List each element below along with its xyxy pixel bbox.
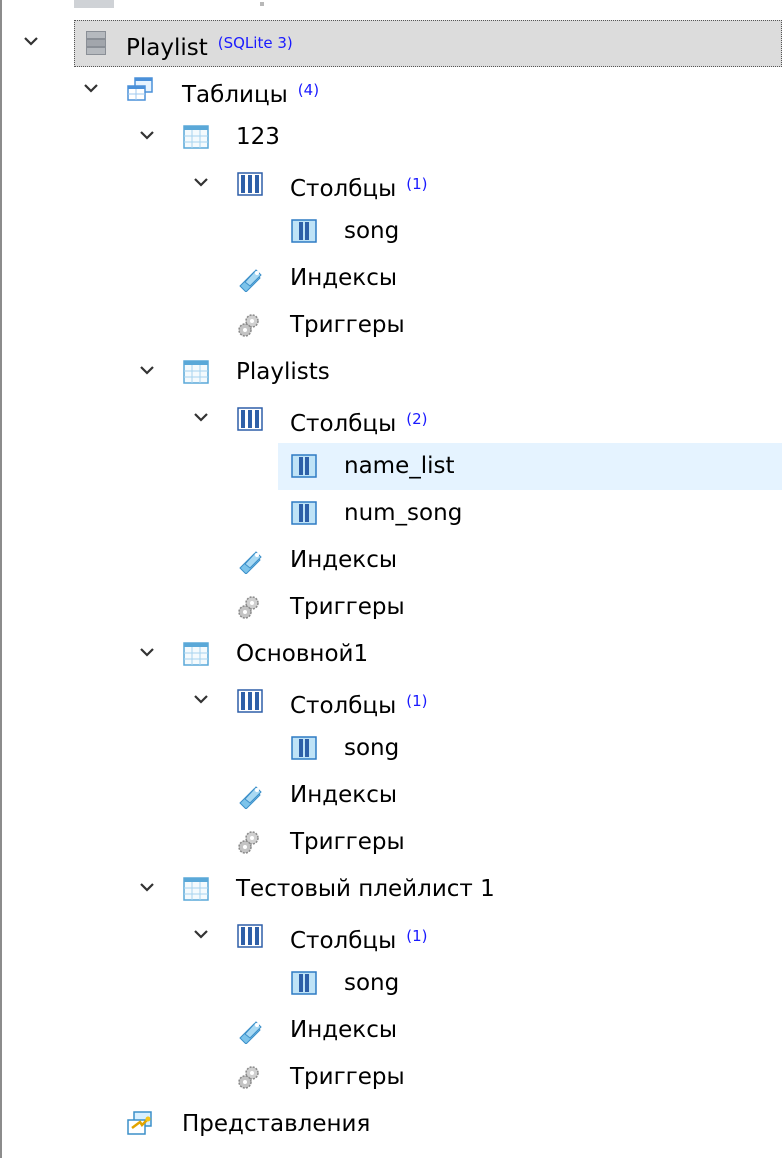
chevron-down-icon[interactable] bbox=[138, 643, 156, 661]
tree-node-table[interactable]: Playlists bbox=[0, 349, 782, 396]
column-name: song bbox=[344, 218, 400, 244]
tree-node-indexes[interactable]: Индексы bbox=[0, 255, 782, 302]
table-name: 123 bbox=[236, 124, 280, 150]
tree-node-columns[interactable]: Столбцы (2) bbox=[0, 396, 782, 443]
chevron-down-icon[interactable] bbox=[192, 925, 210, 943]
columns-icon bbox=[236, 922, 264, 950]
column-name: num_song bbox=[344, 500, 463, 526]
tree-node-columns[interactable]: Столбцы (1) bbox=[0, 161, 782, 208]
chevron-down-icon[interactable] bbox=[82, 79, 100, 97]
triggers-icon bbox=[236, 593, 264, 621]
tables-group-icon bbox=[126, 76, 154, 104]
table-icon bbox=[182, 123, 210, 151]
tree-node-table[interactable]: 123 bbox=[0, 114, 782, 161]
database-icon bbox=[82, 29, 110, 57]
indexes-icon bbox=[236, 546, 264, 574]
column-icon bbox=[290, 734, 318, 762]
tree-node-views-group[interactable]: Представления bbox=[0, 1101, 782, 1148]
chevron-down-icon[interactable] bbox=[22, 32, 40, 50]
tree-node-triggers[interactable]: Триггеры bbox=[0, 302, 782, 349]
triggers-label: Триггеры bbox=[290, 594, 405, 620]
chevron-down-icon[interactable] bbox=[138, 361, 156, 379]
chevron-down-icon[interactable] bbox=[138, 126, 156, 144]
indexes-icon bbox=[236, 781, 264, 809]
column-icon bbox=[290, 969, 318, 997]
tree-node-indexes[interactable]: Индексы bbox=[0, 772, 782, 819]
chevron-down-icon[interactable] bbox=[192, 173, 210, 191]
table-name: Тестовый плейлист 1 bbox=[236, 876, 495, 902]
chevron-down-icon[interactable] bbox=[192, 690, 210, 708]
triggers-label: Триггеры bbox=[290, 829, 405, 855]
tree-node-column[interactable]: num_song bbox=[0, 490, 782, 537]
columns-label: Столбцы (1) bbox=[290, 175, 428, 202]
column-icon bbox=[290, 452, 318, 480]
indexes-icon bbox=[236, 264, 264, 292]
tree-node-table[interactable]: Основной1 bbox=[0, 631, 782, 678]
tree-node-columns[interactable]: Столбцы (1) bbox=[0, 678, 782, 725]
indexes-icon bbox=[236, 1016, 264, 1044]
triggers-icon bbox=[236, 828, 264, 856]
indexes-label: Индексы bbox=[290, 547, 397, 573]
clipped-row-top-dot bbox=[260, 2, 264, 6]
tree-node-column[interactable]: song bbox=[0, 208, 782, 255]
columns-icon bbox=[236, 170, 264, 198]
tree-node-triggers[interactable]: Триггеры bbox=[0, 1054, 782, 1101]
views-icon bbox=[126, 1110, 154, 1138]
table-name: Playlists bbox=[236, 359, 330, 385]
columns-label: Столбцы (1) bbox=[290, 927, 428, 954]
indexes-label: Индексы bbox=[290, 265, 397, 291]
tree-node-tables-group[interactable]: Таблицы (4) bbox=[0, 67, 782, 114]
indexes-label: Индексы bbox=[290, 782, 397, 808]
tree-node-indexes[interactable]: Индексы bbox=[0, 1007, 782, 1054]
table-icon bbox=[182, 358, 210, 386]
tree-node-triggers[interactable]: Триггеры bbox=[0, 819, 782, 866]
indexes-label: Индексы bbox=[290, 1017, 397, 1043]
chevron-down-icon[interactable] bbox=[138, 878, 156, 896]
tree-node-column[interactable]: song bbox=[0, 725, 782, 772]
database-label: Playlist (SQLite 3) bbox=[126, 34, 293, 61]
views-group-label: Представления bbox=[182, 1111, 371, 1137]
column-name: song bbox=[344, 735, 400, 761]
triggers-icon bbox=[236, 1063, 264, 1091]
tree-node-columns[interactable]: Столбцы (1) bbox=[0, 913, 782, 960]
column-name: name_list bbox=[344, 453, 455, 479]
columns-label: Столбцы (1) bbox=[290, 692, 428, 719]
tree-node-table[interactable]: Тестовый плейлист 1 bbox=[0, 866, 782, 913]
triggers-icon bbox=[236, 311, 264, 339]
chevron-down-icon[interactable] bbox=[192, 408, 210, 426]
column-icon bbox=[290, 499, 318, 527]
columns-icon bbox=[236, 405, 264, 433]
triggers-label: Триггеры bbox=[290, 1064, 405, 1090]
tree-node-database[interactable]: Playlist (SQLite 3) bbox=[0, 20, 782, 67]
columns-label: Столбцы (2) bbox=[290, 410, 428, 437]
columns-icon bbox=[236, 687, 264, 715]
table-icon bbox=[182, 875, 210, 903]
tree-node-triggers[interactable]: Триггеры bbox=[0, 584, 782, 631]
table-name: Основной1 bbox=[236, 641, 369, 667]
triggers-label: Триггеры bbox=[290, 312, 405, 338]
column-icon bbox=[290, 217, 318, 245]
tables-group-label: Таблицы (4) bbox=[182, 81, 320, 108]
tree-node-indexes[interactable]: Индексы bbox=[0, 537, 782, 584]
tree-node-column-hovered[interactable]: name_list bbox=[0, 443, 782, 490]
clipped-row-top bbox=[74, 0, 114, 8]
table-icon bbox=[182, 640, 210, 668]
tree-node-column[interactable]: song bbox=[0, 960, 782, 1007]
column-name: song bbox=[344, 970, 400, 996]
